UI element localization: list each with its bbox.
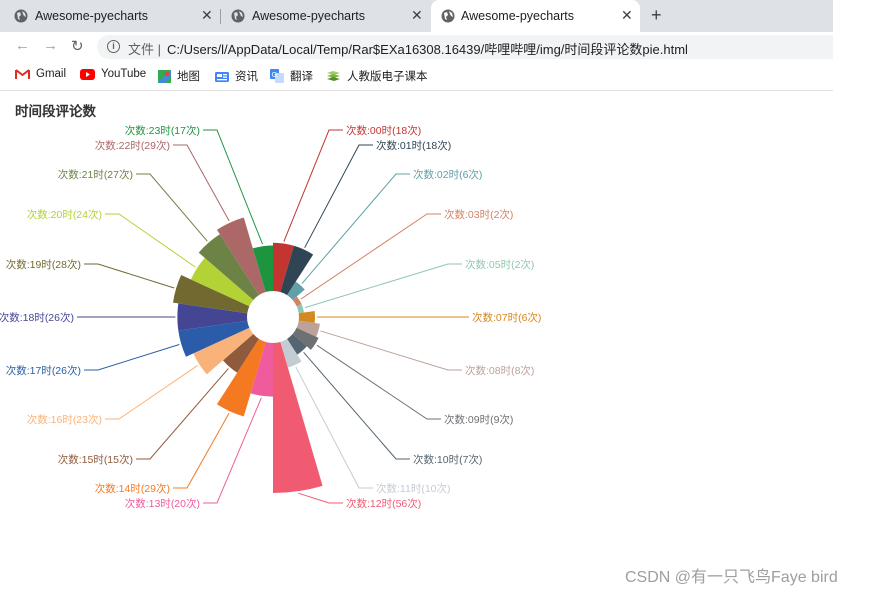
youtube-icon [80, 68, 95, 80]
label-line [84, 263, 175, 289]
label-line [304, 263, 462, 309]
maps-icon [158, 69, 171, 83]
globe-icon [14, 9, 28, 23]
bookmarks-bar: Gmail YouTube 地图 资讯 G 翻译 人教版电子课本 [0, 62, 833, 91]
address-url[interactable]: C:/Users/l/AppData/Local/Temp/Rar$EXa163… [167, 39, 688, 58]
browser-tab-active[interactable]: Awesome-pyecharts ✕ [431, 0, 640, 32]
tab-title: Awesome-pyecharts [461, 9, 575, 23]
slice-label: 次数:14时(29次) [95, 482, 170, 495]
label-line [303, 352, 410, 460]
chart-slices [173, 217, 323, 493]
bookmark-news[interactable]: 资讯 [215, 68, 258, 84]
browser-toolbar: ← → ↻ i 文件 | C:/Users/l/AppData/Local/Te… [0, 32, 833, 62]
browser-tab-1[interactable]: Awesome-pyecharts ✕ [0, 0, 220, 32]
label-line [105, 213, 196, 268]
gmail-icon [15, 68, 30, 79]
chart-title: 时间段评论数 [15, 104, 96, 119]
label-line [283, 129, 343, 242]
tab-strip: Awesome-pyecharts ✕ Awesome-pyecharts ✕ … [0, 0, 833, 32]
slice-label: 次数:16时(23次) [27, 413, 102, 426]
label-line [203, 397, 262, 504]
tab-title: Awesome-pyecharts [252, 9, 366, 23]
address-bar[interactable]: i 文件 | C:/Users/l/AppData/Local/Temp/Rar… [97, 35, 833, 59]
close-tab-icon[interactable]: ✕ [621, 7, 633, 24]
slice-label: 次数:23时(17次) [125, 124, 200, 137]
bookmark-translate[interactable]: G 翻译 [270, 68, 313, 84]
pie-slice-12h[interactable] [273, 341, 323, 493]
label-line [173, 412, 230, 489]
info-icon[interactable]: i [107, 40, 120, 53]
close-tab-icon[interactable]: ✕ [411, 7, 423, 24]
label-line [320, 330, 462, 371]
close-tab-icon[interactable]: ✕ [201, 7, 213, 24]
rose-pie-chart: 次数:00时(18次) 次数:01时(18次) 次数:02时(6次) 次数:03时(2… [0, 124, 541, 510]
slice-label: 次数:05时(2次) [465, 258, 534, 271]
bookmark-textbook[interactable]: 人教版电子课本 [326, 68, 428, 84]
slice-label: 次数:11时(10次) [376, 482, 451, 495]
slice-label: 次数:12时(56次) [346, 497, 421, 510]
slice-label: 次数:07时(6次) [472, 311, 541, 324]
slice-label: 次数:21时(27次) [58, 168, 133, 181]
slice-label: 次数:15时(15次) [58, 453, 133, 466]
book-icon [327, 71, 340, 81]
slice-label: 次数:10时(7次) [413, 453, 482, 466]
watermark: CSDN @有一只飞鸟Faye bird [625, 569, 838, 586]
slice-label: 次数:00时(18次) [346, 124, 421, 137]
forward-arrow-icon[interactable]: → [43, 37, 58, 54]
slice-label: 次数:18时(26次) [0, 311, 74, 324]
reload-icon[interactable]: ↻ [71, 37, 84, 55]
slice-label: 次数:03时(2次) [444, 208, 513, 221]
slice-label: 次数:22时(29次) [95, 139, 170, 152]
label-line [105, 365, 198, 420]
slice-label: 次数:19时(28次) [6, 258, 81, 271]
globe-icon [441, 9, 455, 23]
globe-icon [231, 9, 245, 23]
label-line [136, 368, 229, 460]
news-icon [215, 72, 229, 82]
label-line [316, 344, 441, 420]
bookmark-gmail[interactable]: Gmail [15, 68, 66, 80]
label-line [301, 173, 410, 285]
browser-tab-2[interactable]: Awesome-pyecharts ✕ [221, 0, 430, 32]
slice-label: 次数:20时(24次) [27, 208, 102, 221]
slice-label: 次数:17时(26次) [6, 364, 81, 377]
slice-label: 次数:09时(9次) [444, 413, 513, 426]
label-line [136, 173, 208, 242]
back-arrow-icon[interactable]: ← [15, 37, 30, 54]
bookmark-youtube[interactable]: YouTube [80, 68, 146, 80]
address-scheme-label: 文件 | [128, 42, 162, 57]
page-content: 次数:00时(18次) 次数:01时(18次) 次数:02时(6次) 次数:03时(2… [0, 91, 833, 593]
bookmark-maps[interactable]: 地图 [158, 68, 200, 84]
label-line [84, 344, 180, 371]
label-line [300, 213, 441, 300]
translate-icon: G [270, 69, 284, 83]
svg-text:G: G [272, 71, 277, 79]
label-line [298, 492, 343, 504]
slice-label: 次数:01时(18次) [376, 139, 451, 152]
slice-label: 次数:02时(6次) [413, 168, 482, 181]
label-line [304, 144, 373, 248]
label-line [173, 144, 230, 222]
slice-label: 次数:08时(8次) [465, 364, 534, 377]
new-tab-button[interactable]: + [651, 5, 662, 26]
slice-label: 次数:13时(20次) [125, 497, 200, 510]
tab-title: Awesome-pyecharts [35, 9, 149, 23]
